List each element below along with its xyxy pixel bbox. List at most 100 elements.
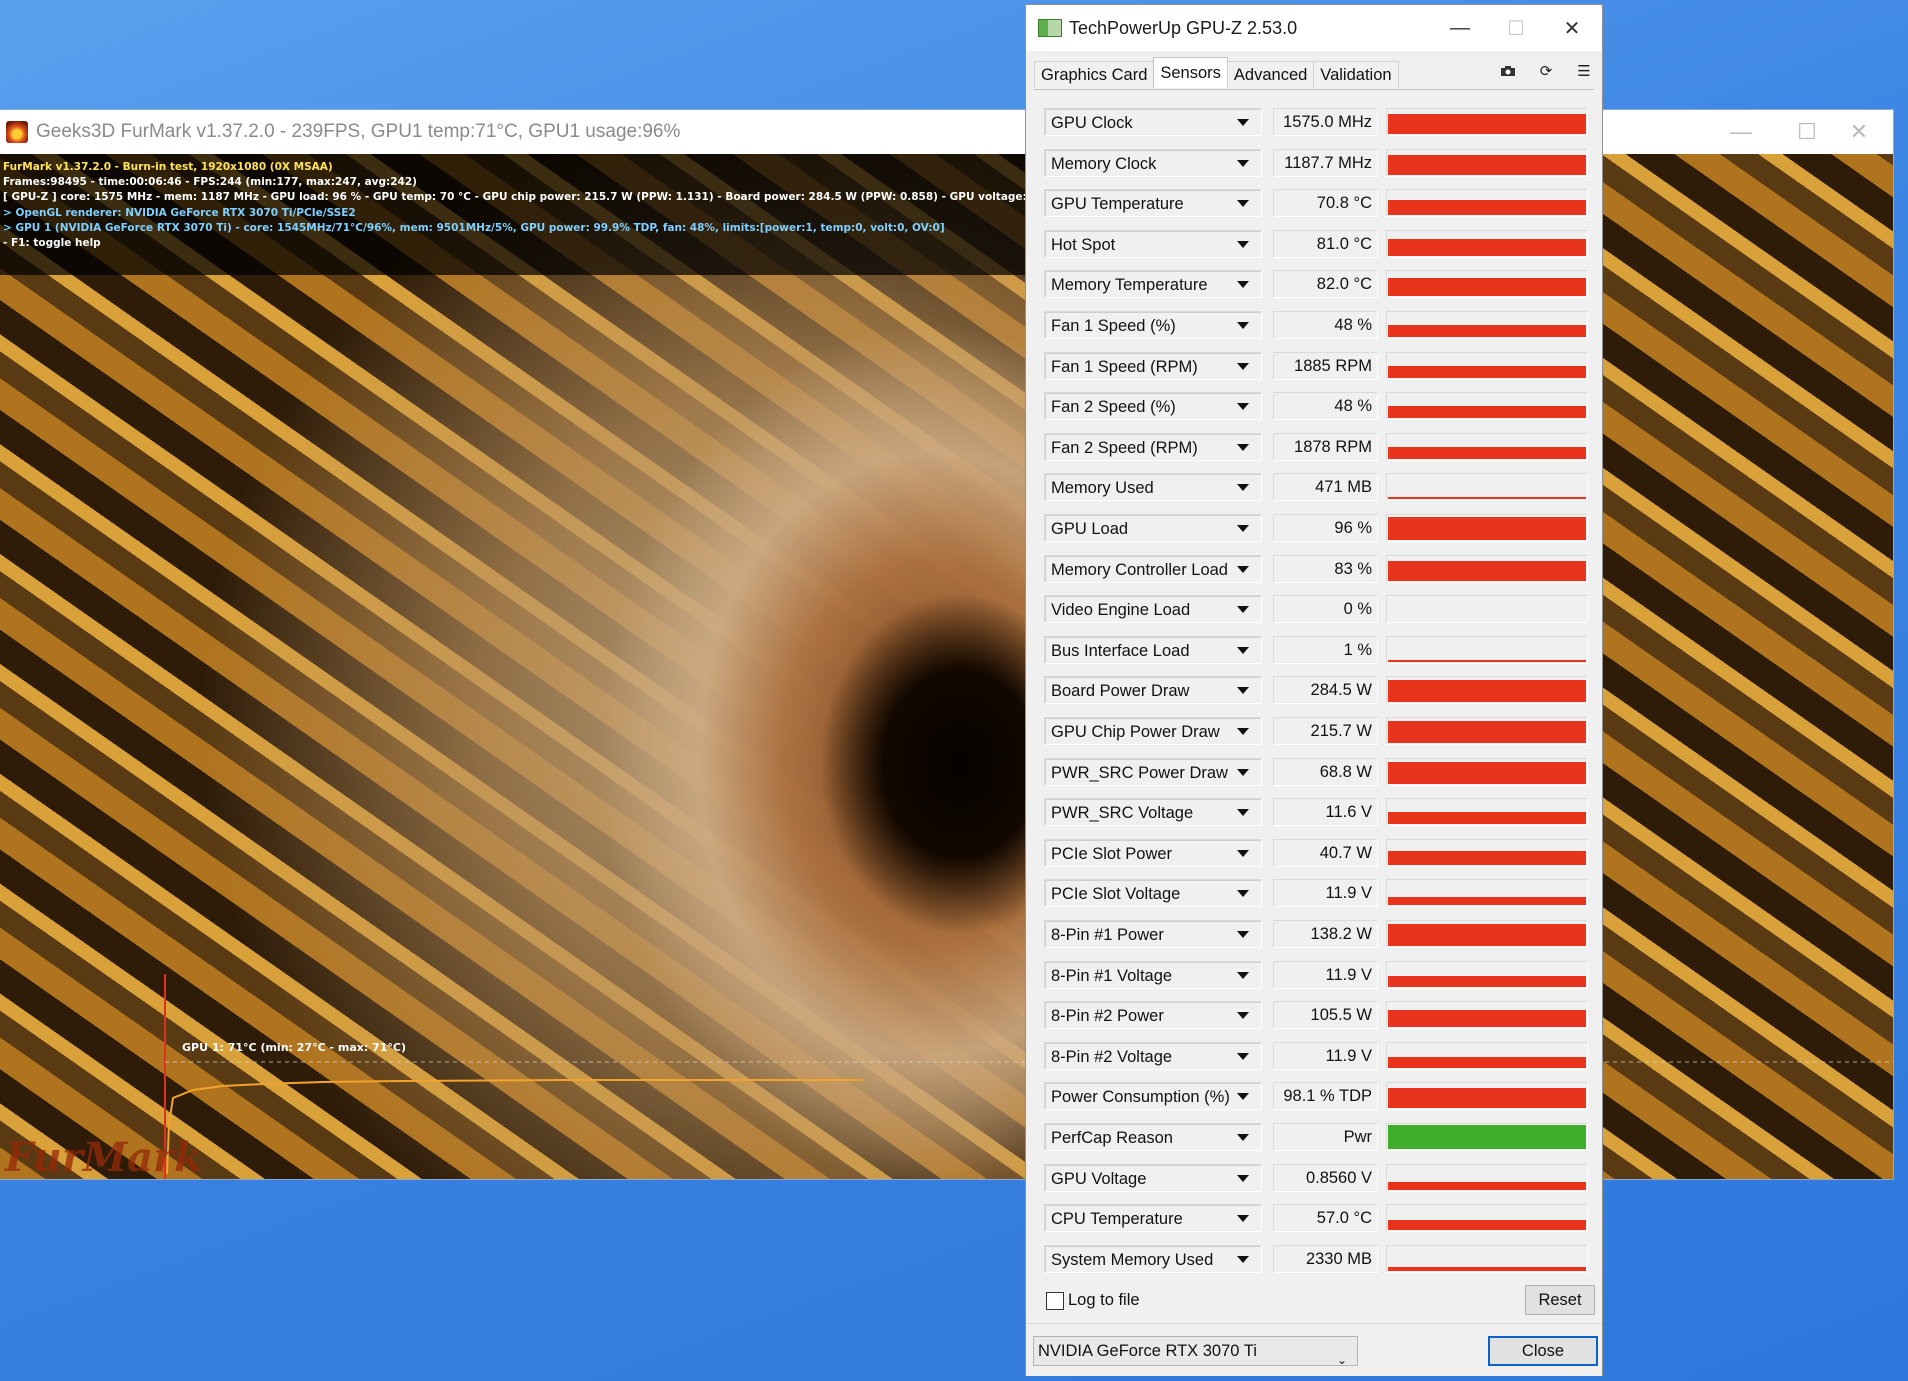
sensor-name-dropdown[interactable]: PWR_SRC Voltage <box>1044 798 1262 827</box>
sensor-name-dropdown[interactable]: Power Consumption (%) <box>1044 1082 1262 1111</box>
sensor-name-dropdown[interactable]: 8-Pin #2 Power <box>1044 1001 1262 1030</box>
sensor-name-dropdown[interactable]: Fan 1 Speed (%) <box>1044 311 1262 339</box>
sensor-name-dropdown[interactable]: Fan 1 Speed (RPM) <box>1044 351 1262 380</box>
sensor-name-label: Video Engine Load <box>1051 601 1191 620</box>
sensor-name-dropdown[interactable]: System Memory Used <box>1044 1244 1262 1273</box>
minimize-icon[interactable]: — <box>1432 5 1488 51</box>
sensor-value: 471 MB <box>1273 473 1378 502</box>
sensor-row: Memory Controller Load 83 % <box>1034 551 1594 585</box>
sensor-name-dropdown[interactable]: PCIe Slot Voltage <box>1044 879 1262 908</box>
sensor-name-dropdown[interactable]: PCIe Slot Power <box>1044 838 1262 867</box>
sensor-value: 48 % <box>1273 311 1378 339</box>
sensor-value: 1575.0 MHz <box>1273 108 1378 136</box>
sensor-name-dropdown[interactable]: GPU Chip Power Draw <box>1044 717 1262 745</box>
sensor-name-dropdown[interactable]: Fan 2 Speed (%) <box>1044 392 1262 421</box>
sensor-row: PCIe Slot Voltage 11.9 V <box>1034 875 1594 909</box>
sensor-value: Pwr <box>1273 1123 1378 1151</box>
tab-graphics-card[interactable]: Graphics Card <box>1034 61 1155 88</box>
sensor-name-dropdown[interactable]: Hot Spot <box>1044 229 1262 258</box>
sensor-graph <box>1386 392 1588 421</box>
sensor-graph <box>1386 1041 1588 1070</box>
tab-validation[interactable]: Validation <box>1313 61 1399 88</box>
sensor-name-dropdown[interactable]: Video Engine Load <box>1044 595 1262 624</box>
sensor-name-dropdown[interactable]: GPU Load <box>1044 514 1262 542</box>
sensor-name-label: 8-Pin #1 Voltage <box>1051 966 1173 985</box>
log-to-file-checkbox[interactable]: Log to file <box>1046 1291 1140 1310</box>
chevron-down-icon <box>1237 403 1249 411</box>
sensor-graph <box>1386 1163 1588 1192</box>
gpuz-titlebar[interactable]: TechPowerUp GPU-Z 2.53.0 — ☐ ✕ <box>1026 5 1602 51</box>
sensor-name-dropdown[interactable]: PerfCap Reason <box>1044 1123 1262 1151</box>
sensor-name-dropdown[interactable]: Fan 2 Speed (RPM) <box>1044 432 1262 461</box>
sensor-value: 68.8 W <box>1273 757 1378 786</box>
refresh-icon[interactable]: ⟳ <box>1533 59 1559 83</box>
minimize-icon[interactable]: — <box>1707 110 1775 154</box>
hud-line: - F1: toggle help <box>3 237 101 250</box>
furmark-logo: FurMark <box>5 1134 202 1179</box>
sensor-name-label: 8-Pin #2 Power <box>1051 1007 1164 1026</box>
gpu-select-dropdown[interactable]: NVIDIA GeForce RTX 3070 Ti ⌄ <box>1033 1336 1358 1367</box>
sensor-name-dropdown[interactable]: 8-Pin #1 Voltage <box>1044 960 1262 989</box>
maximize-icon: ☐ <box>1507 17 1525 40</box>
menu-icon[interactable]: ☰ <box>1571 59 1597 83</box>
sensor-value: 57.0 °C <box>1273 1204 1378 1233</box>
sensor-row: PCIe Slot Power 40.7 W <box>1034 835 1594 869</box>
gpu-select-value: NVIDIA GeForce RTX 3070 Ti <box>1038 1342 1257 1360</box>
graph-label: GPU 1: 71°C (min: 27°C - max: 71°C) <box>182 1041 406 1054</box>
sensor-graph-fill <box>1388 924 1586 946</box>
sensor-graph <box>1386 473 1588 502</box>
hud-line: > GPU 1 (NVIDIA GeForce RTX 3070 Ti) - c… <box>3 221 945 234</box>
gpuz-window-title: TechPowerUp GPU-Z 2.53.0 <box>1069 17 1298 38</box>
furmark-app-icon <box>6 121 28 143</box>
sensor-name-label: Memory Temperature <box>1051 276 1208 295</box>
sensor-name-dropdown[interactable]: GPU Clock <box>1044 108 1262 136</box>
chevron-down-icon <box>1237 200 1249 208</box>
tab-advanced[interactable]: Advanced <box>1226 61 1315 88</box>
sensor-value: 1878 RPM <box>1273 432 1378 461</box>
chevron-down-icon <box>1237 443 1249 451</box>
sensor-name-dropdown[interactable]: 8-Pin #2 Voltage <box>1044 1041 1262 1070</box>
chevron-down-icon <box>1237 159 1249 167</box>
tab-sensors[interactable]: Sensors <box>1153 57 1228 88</box>
close-button[interactable]: Close <box>1488 1336 1598 1366</box>
chevron-down-icon <box>1237 1174 1249 1182</box>
chevron-down-icon <box>1237 687 1249 695</box>
sensor-name-dropdown[interactable]: GPU Voltage <box>1044 1163 1262 1192</box>
close-icon[interactable]: ✕ <box>1825 110 1893 154</box>
sensor-row: Fan 1 Speed (RPM) 1885 RPM <box>1034 348 1594 382</box>
sensor-name-dropdown[interactable]: PWR_SRC Power Draw <box>1044 757 1262 786</box>
furmark-window[interactable]: Geeks3D FurMark v1.37.2.0 - 239FPS, GPU1… <box>0 110 1893 1179</box>
hud-line: [ GPU-Z ] core: 1575 MHz - mem: 1187 MHz… <box>3 191 1076 204</box>
sensor-name-dropdown[interactable]: Bus Interface Load <box>1044 635 1262 664</box>
sensor-name-label: 8-Pin #1 Power <box>1051 926 1164 944</box>
reset-button[interactable]: Reset <box>1525 1285 1595 1315</box>
sensor-name-dropdown[interactable]: Memory Controller Load <box>1044 554 1262 583</box>
sensor-value: 138.2 W <box>1273 920 1378 948</box>
sensor-name-dropdown[interactable]: CPU Temperature <box>1044 1204 1262 1233</box>
sensor-name-dropdown[interactable]: Memory Temperature <box>1044 270 1262 299</box>
sensor-graph <box>1386 514 1588 542</box>
chevron-down-icon <box>1237 768 1249 776</box>
sensor-graph-fill <box>1388 1220 1586 1231</box>
furmark-titlebar[interactable]: Geeks3D FurMark v1.37.2.0 - 239FPS, GPU1… <box>0 110 1893 154</box>
sensor-name-label: GPU Voltage <box>1051 1169 1147 1188</box>
sensor-graph <box>1386 311 1588 339</box>
gpuz-window[interactable]: TechPowerUp GPU-Z 2.53.0 — ☐ ✕ Graphics … <box>1025 4 1603 1376</box>
camera-icon[interactable] <box>1495 59 1521 83</box>
chevron-down-icon <box>1237 240 1249 248</box>
sensor-graph-fill <box>1388 680 1586 703</box>
temperature-line <box>166 1079 863 1175</box>
sensor-name-dropdown[interactable]: Memory Clock <box>1044 148 1262 177</box>
sensor-name-dropdown[interactable]: 8-Pin #1 Power <box>1044 920 1262 948</box>
sensor-name-label: 8-Pin #2 Voltage <box>1051 1047 1173 1066</box>
sensor-graph-fill <box>1388 721 1586 743</box>
close-icon[interactable]: ✕ <box>1544 5 1600 51</box>
sensor-name-dropdown[interactable]: Memory Used <box>1044 473 1262 502</box>
sensor-value: 105.5 W <box>1273 1001 1378 1030</box>
sensor-name-dropdown[interactable]: Board Power Draw <box>1044 676 1262 705</box>
sensor-name-dropdown[interactable]: GPU Temperature <box>1044 189 1262 218</box>
sensor-value: 11.9 V <box>1273 960 1378 989</box>
sensor-graph <box>1386 554 1588 583</box>
sensor-value: 1187.7 MHz <box>1273 148 1378 177</box>
checkbox-box[interactable] <box>1046 1291 1064 1310</box>
